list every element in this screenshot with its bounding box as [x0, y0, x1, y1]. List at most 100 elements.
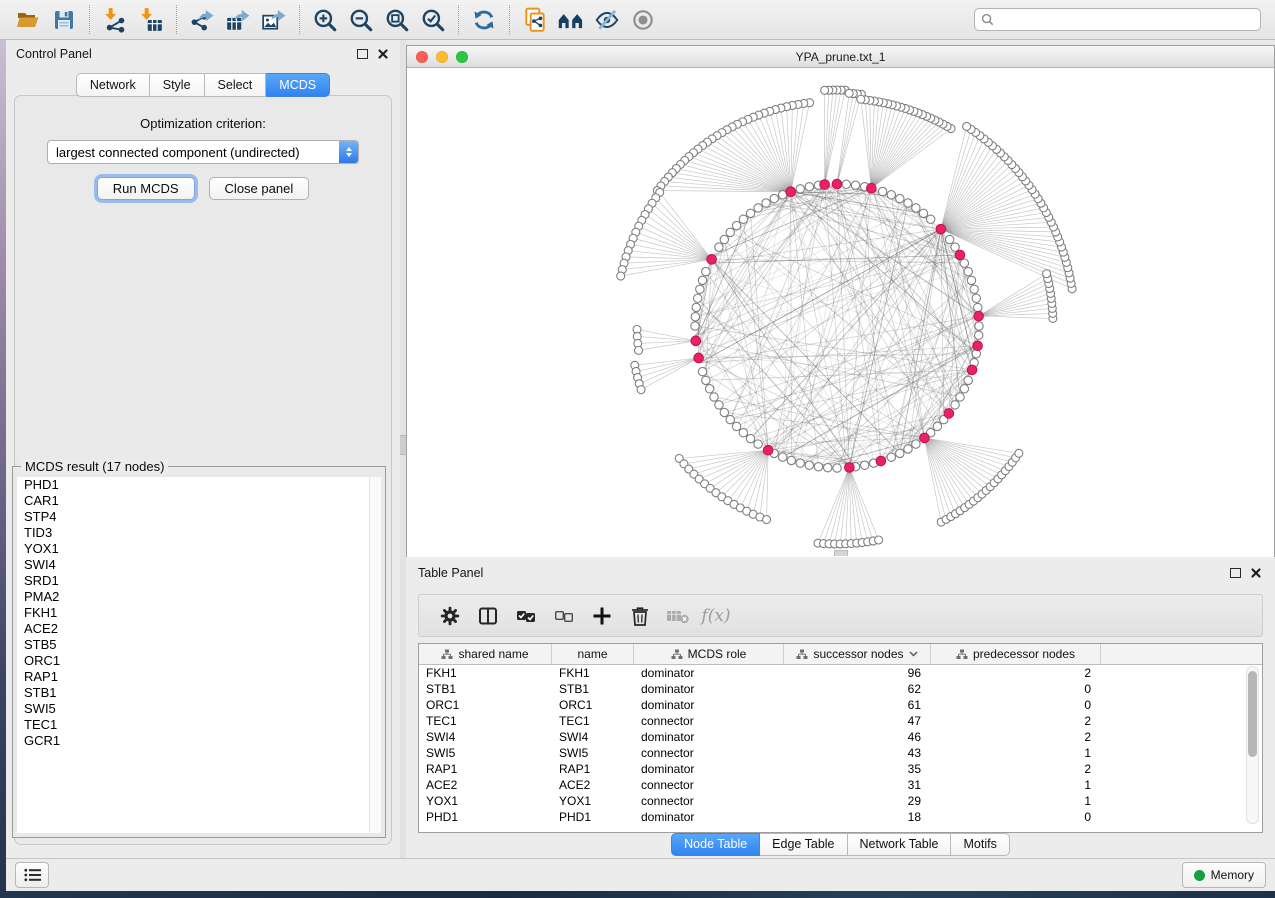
show-all-button[interactable] — [625, 5, 661, 35]
tab-mcds[interactable]: MCDS — [266, 73, 330, 97]
graph-node[interactable] — [720, 408, 728, 416]
graph-node[interactable] — [720, 235, 728, 243]
graph-node[interactable] — [691, 313, 699, 321]
graph-mcds-hub-node[interactable] — [694, 353, 704, 363]
table-row[interactable]: TEC1TEC1connector472 — [419, 713, 1262, 729]
graph-node[interactable] — [951, 243, 959, 251]
graph-node[interactable] — [754, 440, 762, 448]
graph-node[interactable] — [851, 181, 859, 189]
graph-mcds-hub-node[interactable] — [707, 255, 717, 265]
graph-mcds-hub-node[interactable] — [936, 224, 946, 234]
graph-node[interactable] — [726, 228, 734, 236]
column-header-name[interactable]: name — [552, 644, 634, 664]
window-zoom-traffic-light[interactable] — [456, 51, 468, 63]
tab-select[interactable]: Select — [205, 73, 267, 97]
run-mcds-button[interactable]: Run MCDS — [97, 177, 195, 200]
optimization-criterion-select[interactable]: largest connected component (undirected) — [47, 140, 359, 164]
mcds-result-item[interactable]: TID3 — [17, 525, 381, 541]
graph-node[interactable] — [691, 322, 699, 330]
graph-node[interactable] — [1043, 270, 1051, 278]
zoom-fit-button[interactable] — [379, 5, 415, 35]
graph-mcds-hub-node[interactable] — [867, 183, 877, 193]
graph-node[interactable] — [1015, 449, 1023, 457]
table-settings-button[interactable] — [431, 598, 469, 634]
tab-network[interactable]: Network — [76, 73, 150, 97]
import-network-button[interactable] — [97, 5, 133, 35]
graph-node[interactable] — [732, 221, 740, 229]
graph-node[interactable] — [637, 386, 645, 394]
graph-node[interactable] — [875, 536, 883, 544]
graph-mcds-hub-node[interactable] — [920, 433, 930, 443]
mcds-result-item[interactable]: FKH1 — [17, 605, 381, 621]
show-columns-button[interactable] — [469, 598, 507, 634]
table-row[interactable]: STB1STB1dominator620 — [419, 681, 1262, 697]
graph-node[interactable] — [974, 303, 982, 311]
graph-node[interactable] — [732, 422, 740, 430]
zoom-selected-button[interactable] — [415, 5, 451, 35]
graph-mcds-hub-node[interactable] — [763, 445, 773, 455]
tab-motifs[interactable]: Motifs — [951, 833, 1009, 856]
graph-node[interactable] — [967, 276, 975, 284]
graph-node[interactable] — [896, 194, 904, 202]
graph-node[interactable] — [805, 461, 813, 469]
graph-mcds-hub-node[interactable] — [820, 180, 830, 190]
mcds-result-item[interactable]: ACE2 — [17, 621, 381, 637]
mcds-result-item[interactable]: STP4 — [17, 509, 381, 525]
table-row[interactable]: ACE2ACE2connector311 — [419, 777, 1262, 793]
graph-node[interactable] — [964, 376, 972, 384]
select-all-button[interactable] — [507, 598, 545, 634]
graph-node[interactable] — [694, 294, 702, 302]
export-network-button[interactable] — [184, 5, 220, 35]
hide-selected-button[interactable] — [589, 5, 625, 35]
graph-mcds-hub-node[interactable] — [974, 311, 984, 321]
graph-node[interactable] — [912, 204, 920, 212]
graph-node[interactable] — [964, 267, 972, 275]
mcds-result-item[interactable]: PMA2 — [17, 589, 381, 605]
mcds-result-item[interactable]: YOX1 — [17, 541, 381, 557]
memory-button[interactable]: Memory — [1182, 862, 1266, 888]
network-window-titlebar[interactable]: YPA_prune.txt_1 — [407, 46, 1274, 68]
graph-node[interactable] — [754, 204, 762, 212]
graph-node[interactable] — [746, 209, 754, 217]
graph-mcds-hub-node[interactable] — [944, 409, 954, 419]
graph-mcds-hub-node[interactable] — [967, 365, 977, 375]
graph-mcds-hub-node[interactable] — [845, 463, 855, 473]
graph-node[interactable] — [739, 429, 747, 437]
graph-node[interactable] — [951, 401, 959, 409]
graph-mcds-hub-node[interactable] — [973, 341, 983, 351]
apply-preferred-layout-button[interactable] — [466, 5, 502, 35]
search-input[interactable] — [998, 12, 1260, 28]
graph-node[interactable] — [617, 272, 625, 280]
graph-node[interactable] — [960, 385, 968, 393]
table-scrollbar[interactable] — [1246, 666, 1259, 824]
delete-row-button[interactable] — [621, 598, 659, 634]
graph-node[interactable] — [746, 434, 754, 442]
graph-node[interactable] — [887, 453, 895, 461]
float-panel-icon[interactable] — [1230, 568, 1241, 578]
graph-node[interactable] — [878, 187, 886, 195]
close-panel-icon[interactable] — [378, 49, 388, 59]
table-row[interactable]: RAP1RAP1dominator352 — [419, 761, 1262, 777]
zoom-out-button[interactable] — [343, 5, 379, 35]
graph-node[interactable] — [705, 385, 713, 393]
unselect-all-button[interactable] — [545, 598, 583, 634]
graph-node[interactable] — [896, 449, 904, 457]
graph-node[interactable] — [692, 303, 700, 311]
graph-node[interactable] — [778, 453, 786, 461]
add-row-button[interactable] — [583, 598, 621, 634]
task-history-button[interactable] — [15, 862, 49, 888]
graph-node[interactable] — [833, 464, 841, 472]
graph-mcds-hub-node[interactable] — [691, 336, 701, 346]
close-panel-button[interactable]: Close panel — [209, 177, 310, 200]
mcds-result-item[interactable]: STB5 — [17, 637, 381, 653]
export-image-button[interactable] — [256, 5, 292, 35]
search-field[interactable] — [974, 8, 1261, 31]
graph-node[interactable] — [975, 322, 983, 330]
table-row[interactable]: SWI5SWI5connector431 — [419, 745, 1262, 761]
tab-network-table[interactable]: Network Table — [848, 833, 952, 856]
graph-mcds-hub-node[interactable] — [786, 187, 796, 197]
graph-node[interactable] — [787, 456, 795, 464]
float-panel-icon[interactable] — [357, 49, 368, 59]
mcds-result-item[interactable]: CAR1 — [17, 493, 381, 509]
graph-node[interactable] — [933, 422, 941, 430]
